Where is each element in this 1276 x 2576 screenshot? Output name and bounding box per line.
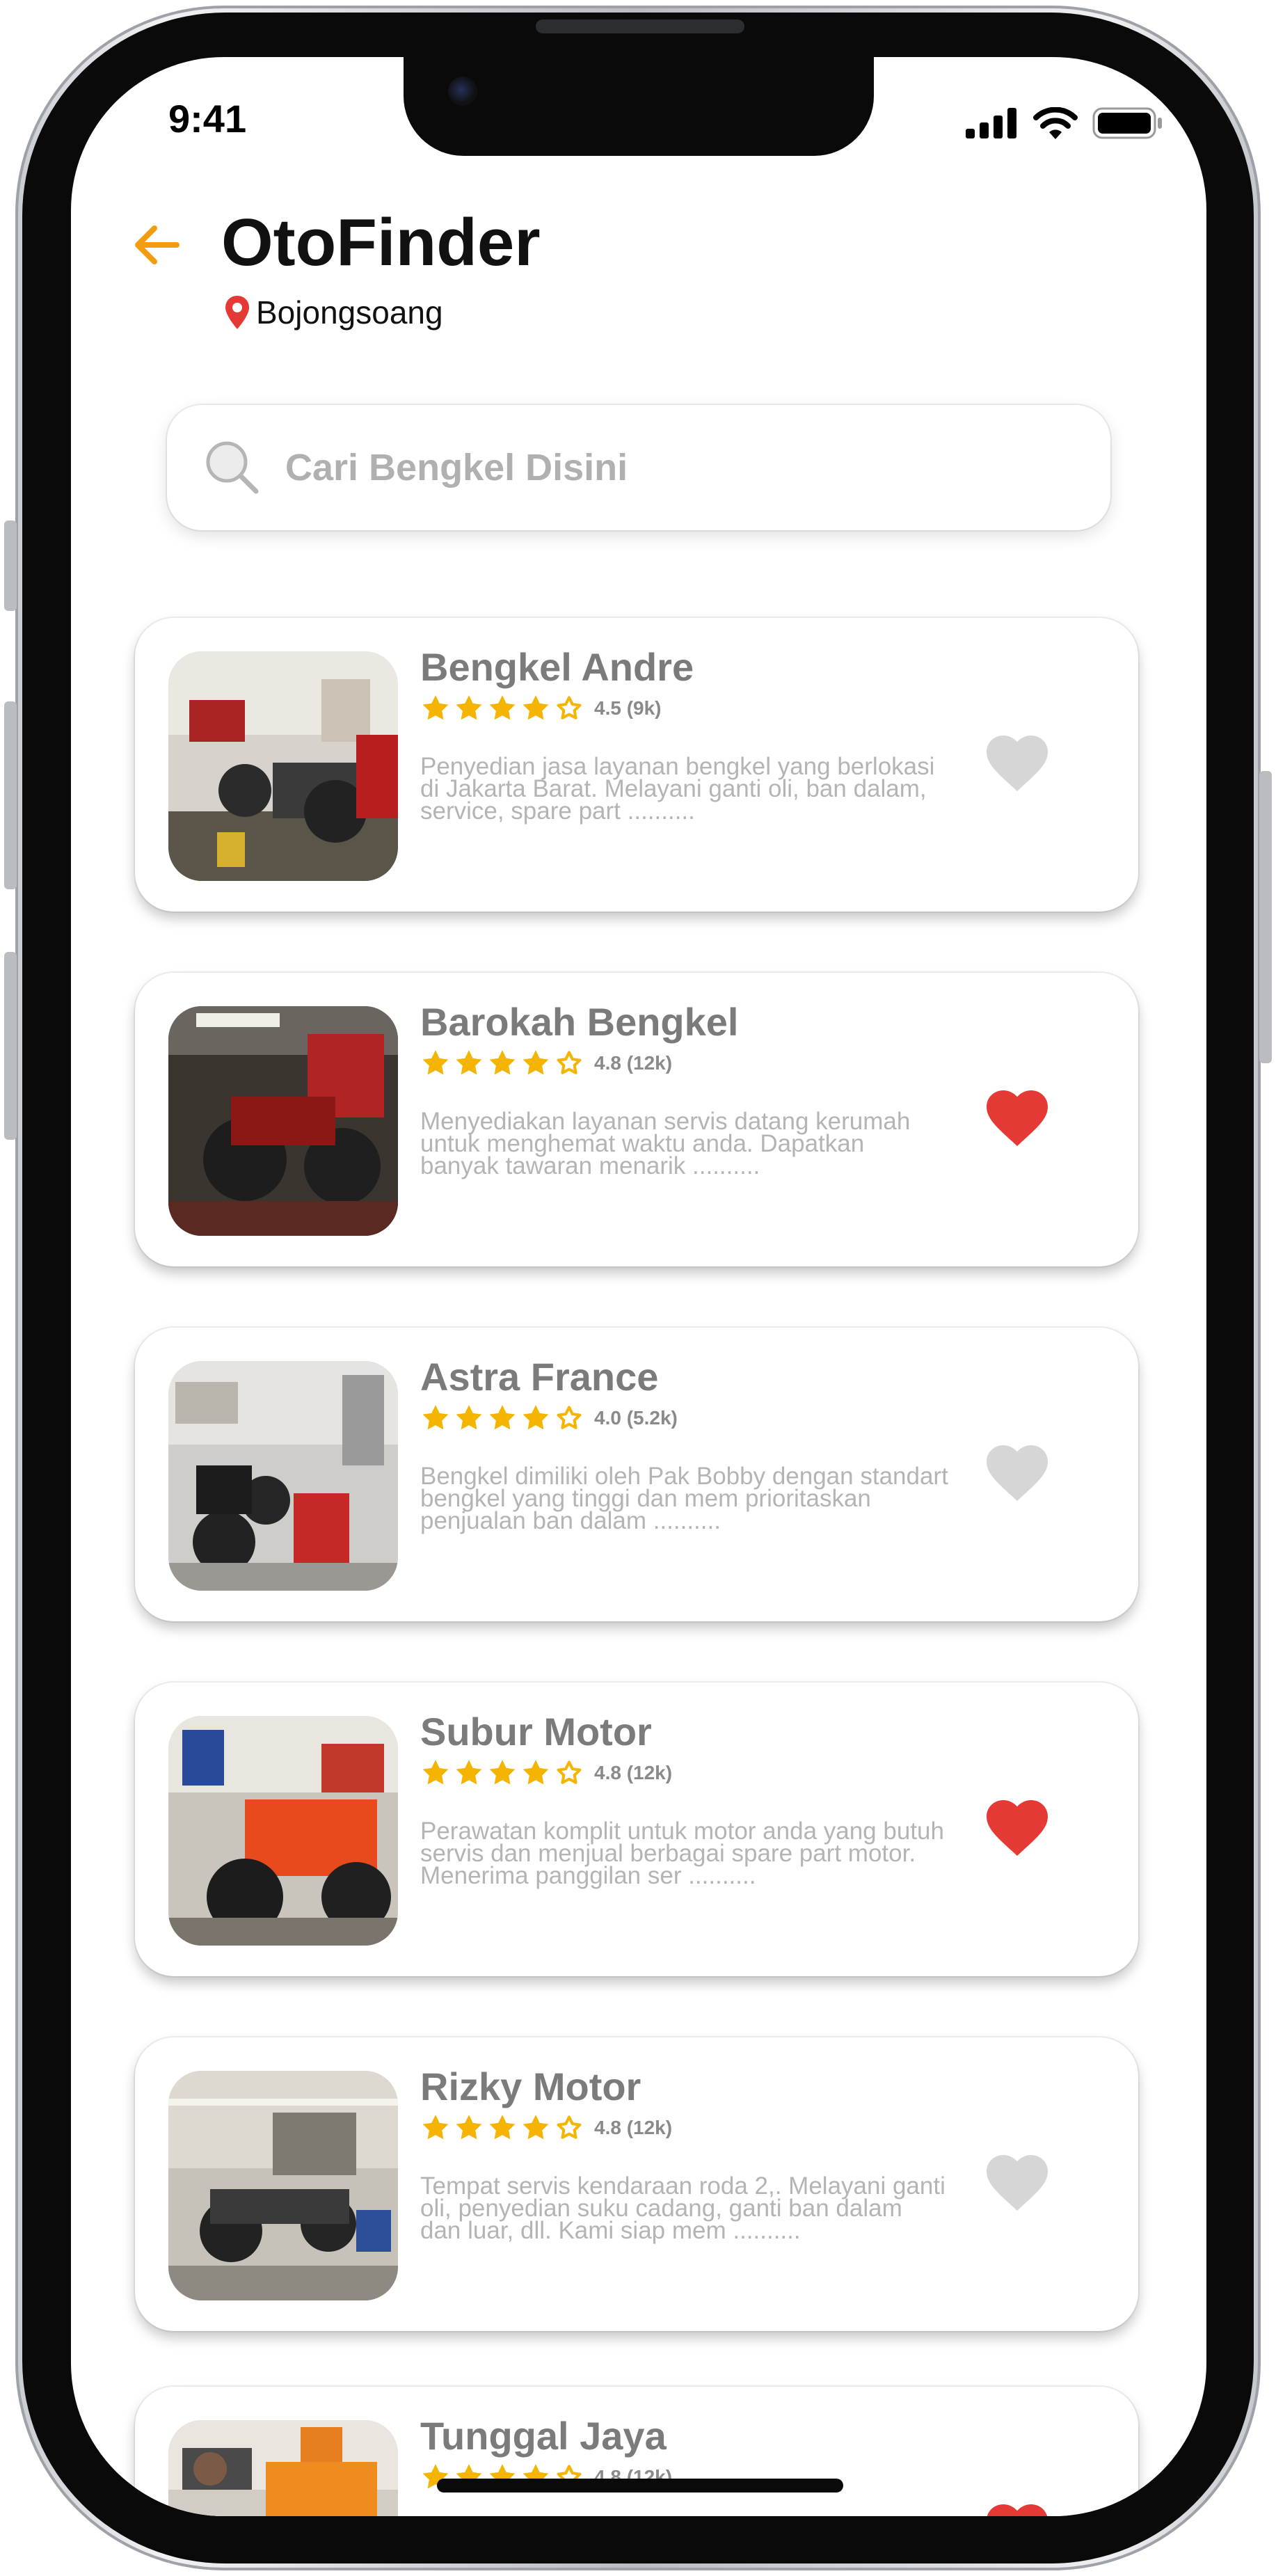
workshop-card[interactable]: Astra France 4.0 (5.2k) Bengkel dimiliki…: [135, 1328, 1138, 1621]
star-outline-icon: [557, 1051, 582, 1074]
map-pin-icon: [225, 296, 249, 329]
star-icon: [523, 1405, 549, 1430]
location-text: Bojongsoang: [256, 294, 443, 331]
star-icon: [489, 2115, 516, 2140]
workshop-photo: [168, 1006, 398, 1236]
star-outline-icon: [557, 2115, 582, 2139]
heart-icon[interactable]: [984, 731, 1051, 793]
workshop-card[interactable]: Barokah Bengkel 4.8 (12k) Menyediakan la…: [135, 973, 1138, 1266]
workshop-photo: [168, 651, 398, 881]
star-outline-icon: [557, 696, 582, 719]
star-icon: [489, 1050, 516, 1075]
rating-value: 4.5 (9k): [594, 697, 662, 719]
star-icon: [523, 695, 549, 720]
rating: 4.0 (5.2k): [420, 1403, 678, 1433]
volume-down-button: [4, 952, 17, 1140]
star-icon: [489, 1405, 516, 1430]
cellular-signal-icon: [966, 108, 1016, 138]
workshop-photo: [168, 1716, 398, 1946]
home-indicator[interactable]: [437, 2479, 843, 2492]
heart-icon[interactable]: [984, 1440, 1051, 1503]
workshop-photo: [168, 2420, 398, 2516]
notch: [404, 57, 874, 156]
star-icon: [523, 2115, 549, 2140]
workshop-name: Barokah Bengkel: [420, 1000, 739, 1044]
workshop-name: Rizky Motor: [420, 2065, 641, 2108]
battery-icon: [1092, 107, 1162, 139]
star-icon: [422, 2115, 449, 2140]
workshop-description: Bengkel dimiliki oleh Pak Bobby dengan s…: [420, 1463, 948, 1534]
workshop-card[interactable]: Subur Motor 4.8 (12k) Perawatan komplit …: [135, 1683, 1138, 1976]
workshop-description: Tempat servis kendaraan roda 2,. Melayan…: [420, 2172, 946, 2244]
search-input[interactable]: Cari Bengkel Disini: [167, 405, 1110, 530]
page-title: OtoFinder: [221, 205, 541, 280]
star-icon: [456, 1050, 482, 1075]
workshop-name: Tunggal Jaya: [420, 2414, 667, 2458]
rating-value: 4.0 (5.2k): [594, 1407, 678, 1429]
silent-switch: [4, 520, 17, 611]
star-icon: [523, 1760, 549, 1785]
star-icon: [456, 1405, 482, 1430]
workshop-photo: [168, 1361, 398, 1591]
rating-value: 4.8 (12k): [594, 1762, 673, 1783]
front-camera: [448, 77, 477, 106]
star-icon: [422, 1405, 449, 1430]
rating-value: 4.8 (12k): [594, 2117, 673, 2138]
workshop-card[interactable]: Tunggal Jaya 4.8 (12k): [135, 2387, 1138, 2516]
workshop-description: Perawatan komplit untuk motor anda yang …: [420, 1818, 944, 1889]
rating: 4.5 (9k): [420, 693, 662, 724]
workshop-card[interactable]: Rizky Motor 4.8 (12k) Tempat servis kend…: [135, 2037, 1138, 2331]
rating-value: 4.8 (12k): [594, 1052, 673, 1074]
status-time: 9:41: [168, 97, 247, 141]
star-icon: [422, 1760, 449, 1785]
star-icon: [422, 695, 449, 720]
workshop-name: Bengkel Andre: [420, 645, 694, 689]
star-outline-icon: [557, 1760, 582, 1784]
rating: 4.8 (12k): [420, 1758, 672, 1788]
location-label[interactable]: Bojongsoang: [225, 294, 443, 331]
star-icon: [456, 1760, 482, 1785]
heart-icon[interactable]: [984, 2150, 1051, 2213]
speaker-grille: [536, 19, 744, 33]
back-arrow-icon[interactable]: [128, 217, 184, 273]
star-icon: [456, 2115, 482, 2140]
rating: 4.8 (12k): [420, 2113, 672, 2143]
search-placeholder: Cari Bengkel Disini: [285, 447, 628, 488]
star-icon: [489, 695, 516, 720]
app-screen: 9:41 OtoFinder Bojongsoang Cari Bengkel …: [71, 57, 1206, 2516]
workshop-description: Menyediakan layanan servis datang keruma…: [420, 1108, 911, 1179]
rating: 4.8 (12k): [420, 1048, 672, 1079]
star-icon: [523, 1050, 549, 1075]
heart-filled-icon[interactable]: [984, 1795, 1051, 1858]
status-icons: [966, 107, 1163, 139]
workshop-name: Subur Motor: [420, 1710, 652, 1754]
workshop-name: Astra France: [420, 1355, 659, 1399]
workshop-description: Penyedian jasa layanan bengkel yang berl…: [420, 753, 935, 825]
star-icon: [489, 1760, 516, 1785]
star-outline-icon: [557, 1406, 582, 1429]
star-icon: [422, 1050, 449, 1075]
workshop-card[interactable]: Bengkel Andre 4.5 (9k) Penyedian jasa la…: [135, 618, 1138, 912]
star-icon: [456, 695, 482, 720]
wifi-icon: [1033, 107, 1078, 139]
volume-up-button: [4, 701, 17, 889]
heart-filled-icon[interactable]: [984, 2499, 1051, 2516]
search-icon: [206, 441, 259, 494]
workshop-photo: [168, 2071, 398, 2300]
power-button: [1259, 771, 1272, 1063]
heart-filled-icon[interactable]: [984, 1086, 1051, 1148]
